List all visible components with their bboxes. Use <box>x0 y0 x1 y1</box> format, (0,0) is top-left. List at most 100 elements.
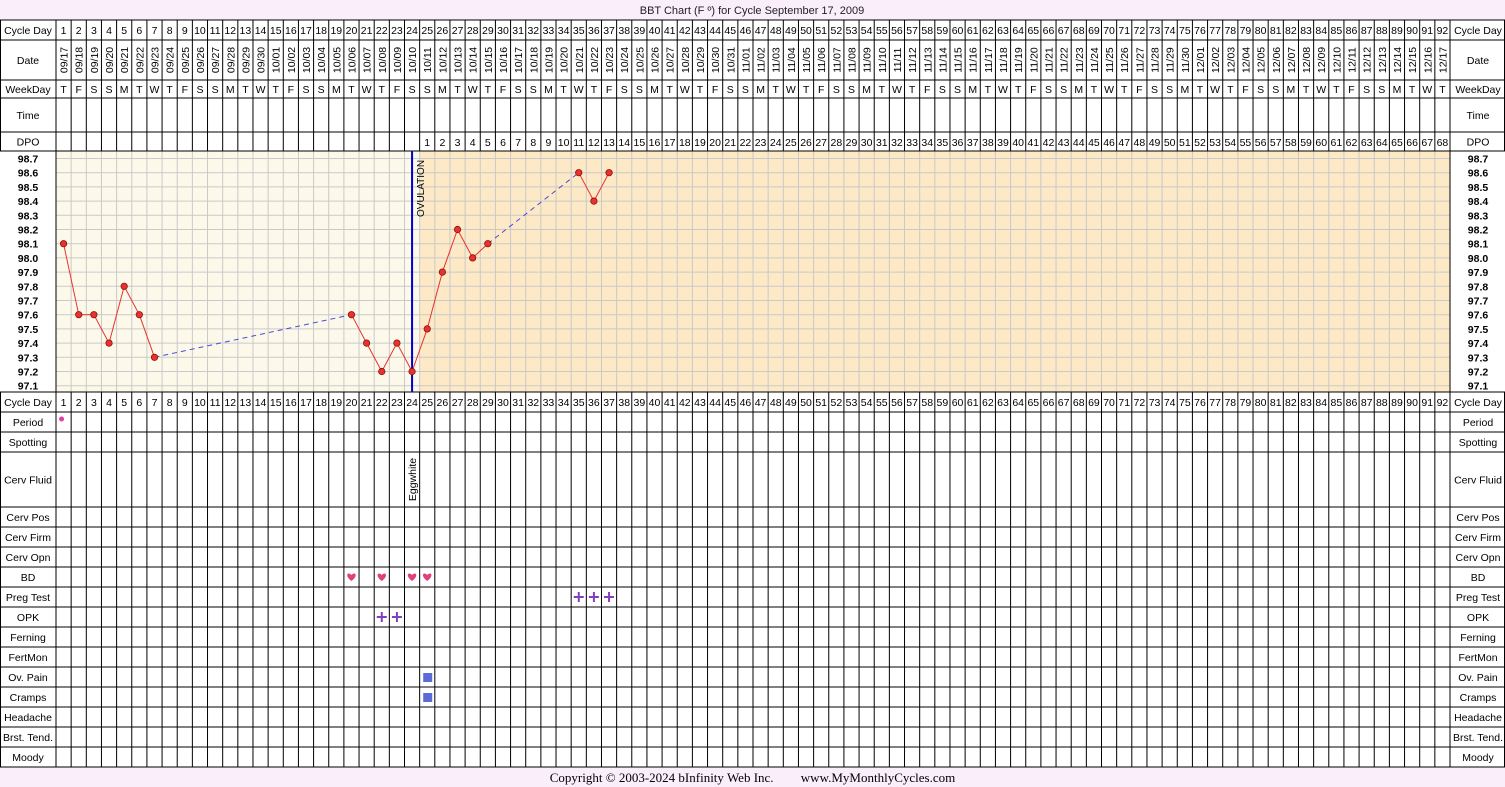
row-label-right-bd: BD <box>1471 572 1486 584</box>
cycle-day-number: 86 <box>1346 25 1358 37</box>
date-label: 09/21 <box>119 47 131 73</box>
weekday-label: T <box>379 84 386 96</box>
weekday-label: T <box>697 84 704 96</box>
cycle-day-number: 54 <box>861 25 873 37</box>
cycle-day-number: 6 <box>136 397 142 409</box>
weekday-label: T <box>1091 84 1098 96</box>
cycle-day-number: 78 <box>1224 397 1236 409</box>
cycle-day-number: 39 <box>634 25 646 37</box>
weekday-label: F <box>712 84 718 96</box>
row-label-dpo: DPO <box>17 137 40 149</box>
cycle-day-number: 91 <box>1421 25 1433 37</box>
cycle-day-number: 45 <box>724 397 736 409</box>
ov-pain-square <box>423 673 433 682</box>
row-label-right-cycle_day: Cycle Day <box>1454 25 1503 37</box>
date-label: 10/26 <box>650 47 662 73</box>
cycle-day-number: 89 <box>1391 25 1403 37</box>
cycle-day-number: 22 <box>376 25 388 37</box>
cycle-day-number: 80 <box>1255 25 1267 37</box>
date-label: 11/12 <box>907 47 919 73</box>
cycle-day-number: 3 <box>91 397 97 409</box>
cycle-day-number: 4 <box>106 25 112 37</box>
row-label-right-preg_test: Preg Test <box>1456 592 1500 604</box>
cycle-day-number: 80 <box>1255 397 1267 409</box>
cycle-day-number: 43 <box>694 25 706 37</box>
date-label: 10/19 <box>543 47 555 73</box>
y-tick-label-right: 97.3 <box>1468 352 1489 364</box>
weekday-label: W <box>468 84 478 96</box>
site-link[interactable]: www.MyMonthlyCycles.com <box>801 770 955 785</box>
dpo-number: 26 <box>800 137 812 149</box>
temp-point <box>575 169 583 177</box>
weekday-label: T <box>591 84 598 96</box>
cycle-day-number: 53 <box>846 397 858 409</box>
weekday-label: M <box>1287 84 1296 96</box>
weekday-label: S <box>530 84 537 96</box>
cycle-day-number: 47 <box>755 25 767 37</box>
row-label-right-ferning: Ferning <box>1460 632 1496 644</box>
date-label: 11/19 <box>1013 47 1025 73</box>
date-label: 11/30 <box>1180 47 1192 73</box>
weekday-label: T <box>1197 84 1204 96</box>
cycle-day-number: 79 <box>1240 25 1252 37</box>
temp-point <box>378 367 386 376</box>
date-label: 12/09 <box>1316 47 1328 73</box>
y-tick-label-right: 98.3 <box>1468 210 1489 222</box>
cycle-day-number: 5 <box>121 25 127 37</box>
y-tick-label-right: 97.5 <box>1468 324 1489 336</box>
y-tick-label: 97.2 <box>18 367 39 379</box>
cycle-day-number: 13 <box>240 25 252 37</box>
weekday-label: F <box>1030 84 1036 96</box>
cycle-day-number: 71 <box>1118 397 1130 409</box>
footer: Copyright © 2003-2024 bInfinity Web Inc.… <box>0 768 1505 787</box>
weekday-label: W <box>256 84 266 96</box>
dpo-number: 17 <box>664 137 676 149</box>
y-tick-label: 98.3 <box>18 210 39 222</box>
y-tick-label: 98.7 <box>18 154 39 166</box>
cycle-day-number: 9 <box>182 397 188 409</box>
weekday-label: S <box>636 84 643 96</box>
row-label-right-headache: Headache <box>1454 712 1502 724</box>
cycle-day-number: 55 <box>876 25 888 37</box>
date-label: 12/03 <box>1225 47 1237 73</box>
row-label-cerv_opn: Cerv Opn <box>6 552 51 564</box>
cycle-day-number: 65 <box>1027 25 1039 37</box>
dpo-number: 68 <box>1437 137 1449 149</box>
cycle-day-number: 77 <box>1209 397 1221 409</box>
weekday-label: S <box>742 84 749 96</box>
date-label: 10/07 <box>362 47 374 73</box>
cycle-day-number: 18 <box>315 397 327 409</box>
date-label: 11/14 <box>937 47 949 73</box>
y-tick-label-right: 98.7 <box>1468 154 1489 166</box>
cycle-day-number: 56 <box>891 25 903 37</box>
cycle-day-number: 81 <box>1270 397 1282 409</box>
dpo-number: 59 <box>1300 137 1312 149</box>
cycle-day-number: 8 <box>167 397 173 409</box>
y-tick-label: 98.6 <box>18 168 39 180</box>
date-label: 10/11 <box>422 47 434 73</box>
row-label-period: Period <box>13 417 44 429</box>
cycle-day-number: 29 <box>482 397 494 409</box>
weekday-label: F <box>76 84 82 96</box>
dpo-number: 41 <box>1027 137 1039 149</box>
date-label: 09/26 <box>195 47 207 73</box>
date-label: 10/29 <box>695 47 707 73</box>
temp-point <box>423 325 431 333</box>
weekday-label: M <box>1180 84 1189 96</box>
row-label-time: Time <box>17 110 40 122</box>
cycle-day-number: 63 <box>997 397 1009 409</box>
dpo-number: 39 <box>997 137 1009 149</box>
weekday-label: T <box>560 84 567 96</box>
cycle-day-number: 12 <box>224 397 236 409</box>
row-label-right-cerv_firm: Cerv Firm <box>1455 532 1501 544</box>
row-label-brst_tend: Brst. Tend. <box>3 732 53 744</box>
cycle-day-number: 26 <box>437 397 449 409</box>
weekday-label: T <box>1333 84 1340 96</box>
weekday-label: F <box>1136 84 1142 96</box>
date-label: 12/14 <box>1392 47 1404 73</box>
y-tick-label-right: 98.1 <box>1468 239 1489 251</box>
dpo-number: 34 <box>921 137 933 149</box>
date-label: 10/21 <box>574 47 586 73</box>
dpo-number: 38 <box>982 137 994 149</box>
dpo-number: 19 <box>694 137 706 149</box>
